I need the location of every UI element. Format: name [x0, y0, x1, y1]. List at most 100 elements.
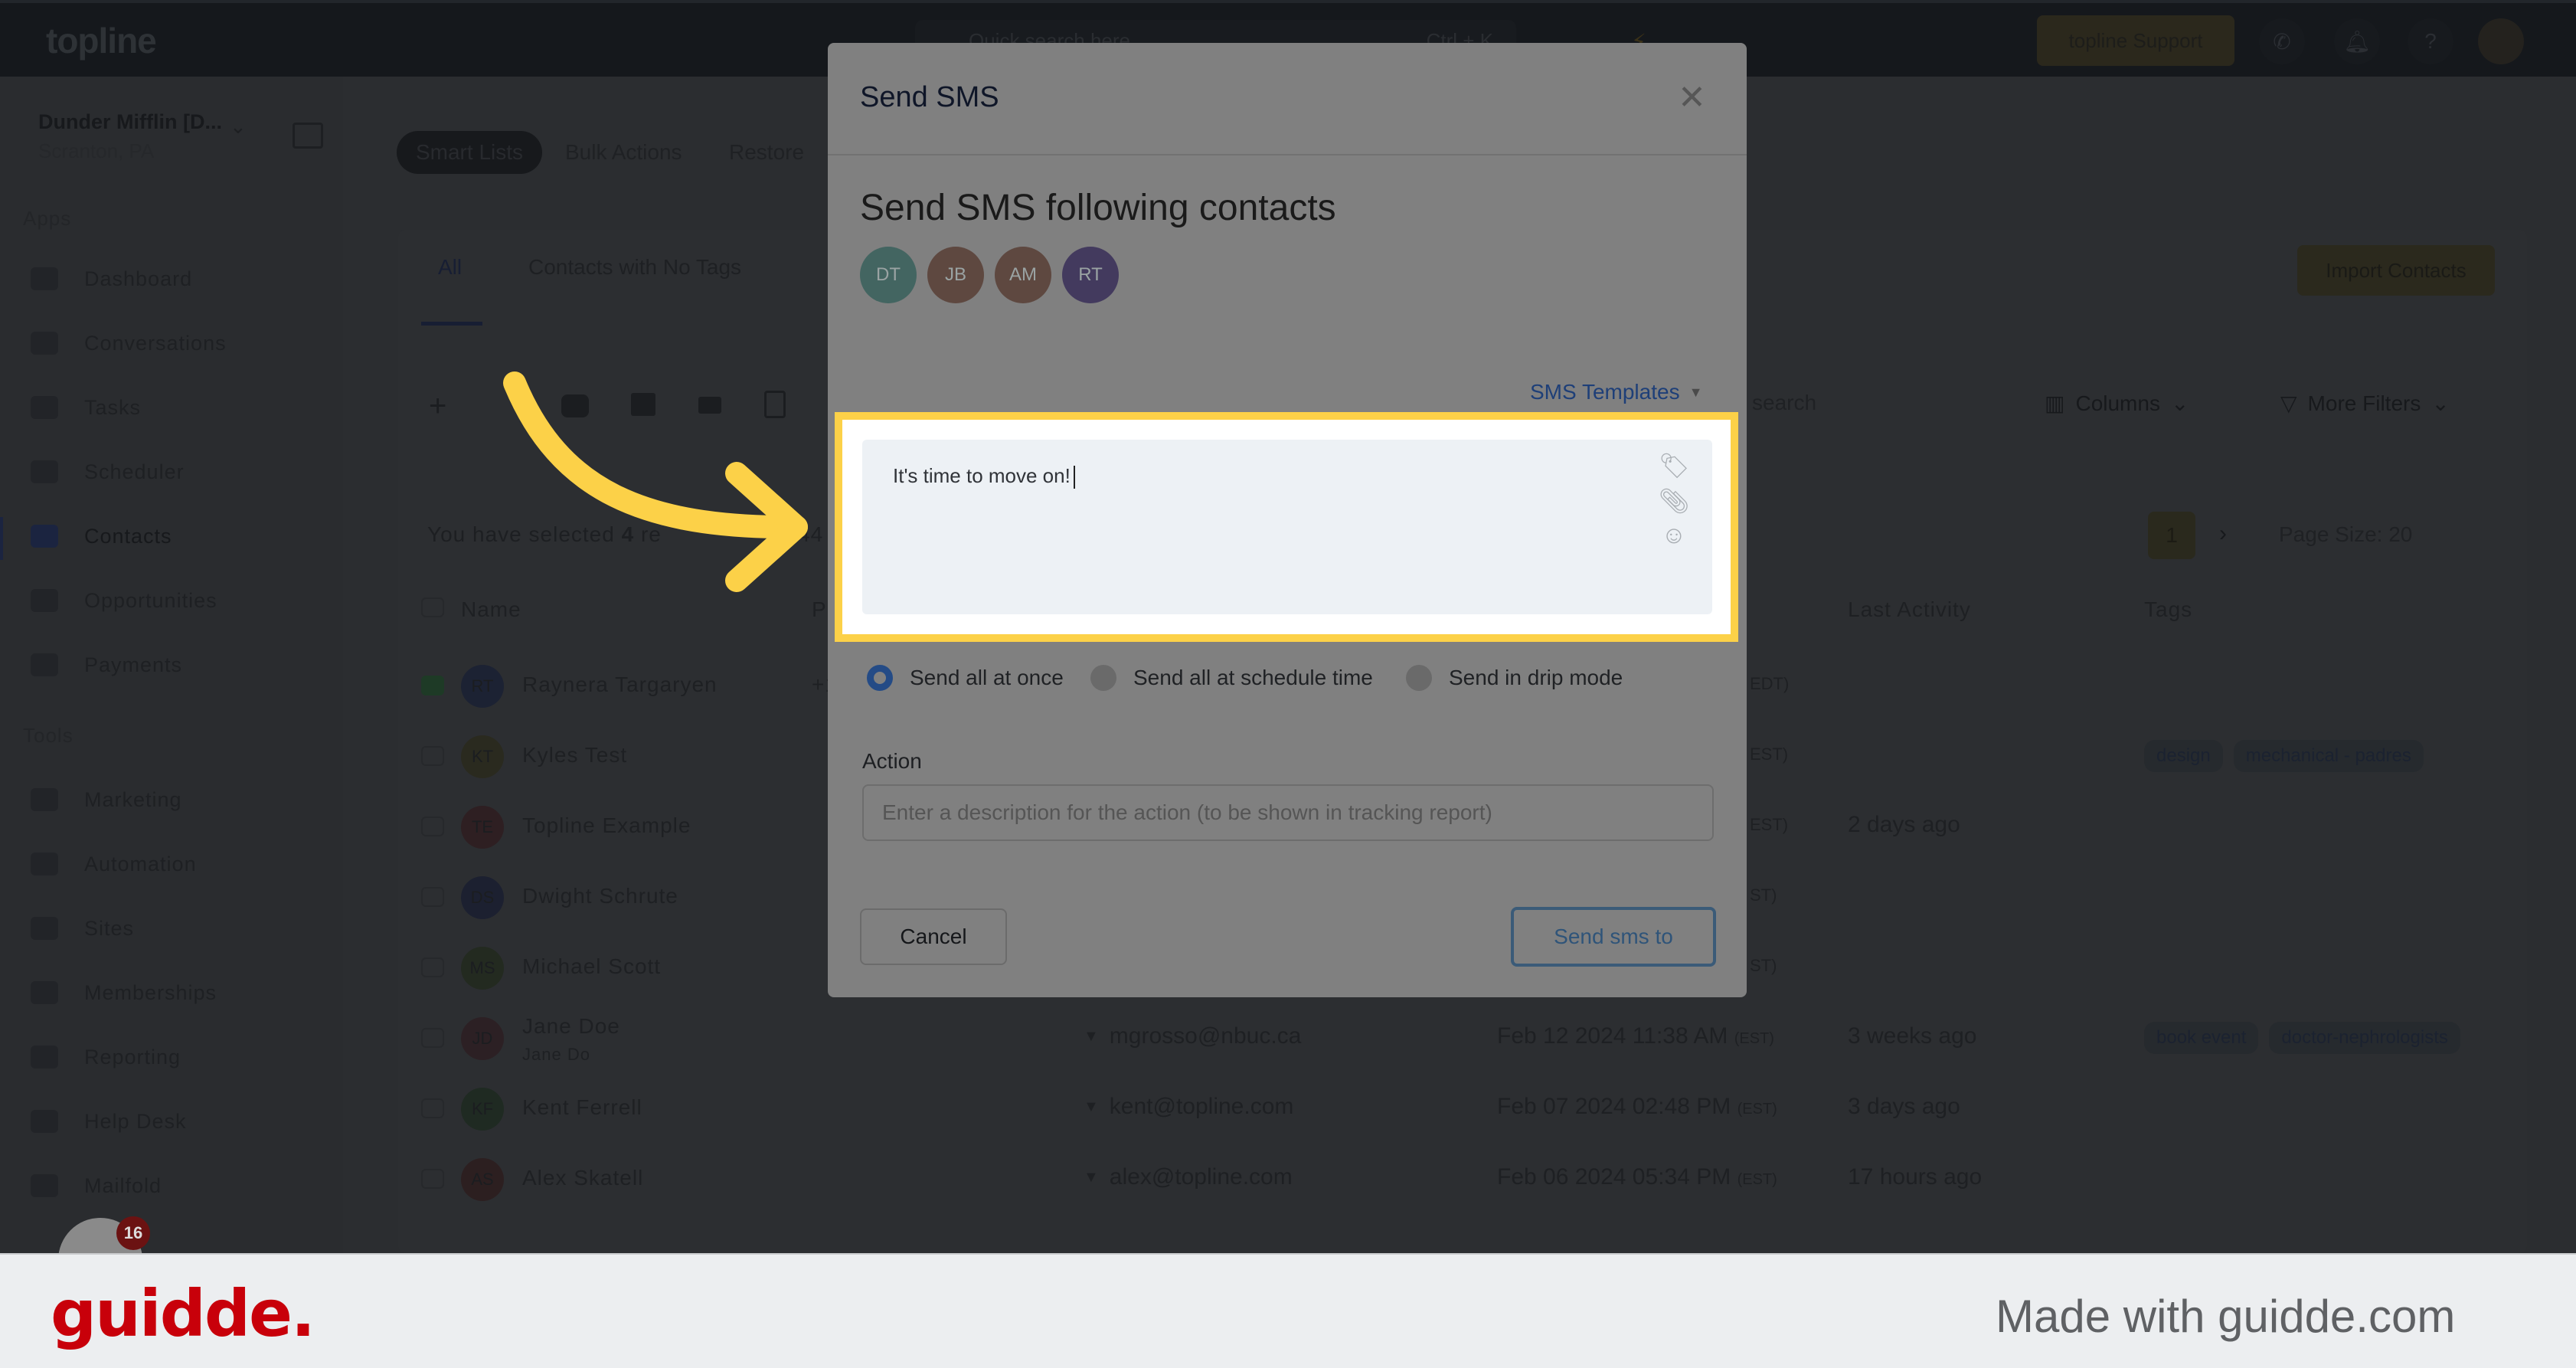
- contact-name[interactable]: Dwight Schrute: [522, 884, 678, 908]
- table-row[interactable]: JD Jane Doe Jane Do ▼ mgrosso@nbuc.ca Feb 12 …: [398, 1003, 2527, 1074]
- list-tab-no-tags[interactable]: Contacts with No Tags: [528, 255, 741, 280]
- page-size-select[interactable]: Page Size: 20: [2279, 522, 2412, 547]
- contact-name[interactable]: Michael Scott: [522, 954, 661, 979]
- contact-name[interactable]: Alex Skatell: [522, 1166, 643, 1190]
- table-row[interactable]: AS Alex Skatell ▼ alex@topline.com Feb 06 20…: [398, 1144, 2527, 1215]
- radio-send-all-at-once[interactable]: Send all at once: [867, 665, 1064, 691]
- active-tab-underline: [421, 322, 482, 326]
- calendar-icon: [31, 460, 58, 483]
- sidebar-item-opportunities[interactable]: Opportunities: [31, 578, 217, 623]
- next-page-icon[interactable]: ›: [2219, 521, 2227, 547]
- bell-icon[interactable]: 🔔︎: [2334, 18, 2380, 64]
- action-description-input[interactable]: [862, 784, 1714, 841]
- tools-section-label: Tools: [23, 724, 74, 747]
- import-contacts-button[interactable]: Import Contacts: [2297, 245, 2495, 296]
- column-header-last-activity[interactable]: Last Activity: [1848, 597, 1971, 622]
- list-tab-all[interactable]: All: [438, 255, 462, 280]
- select-all-checkbox[interactable]: [421, 597, 444, 617]
- chevron-down-icon[interactable]: ⌄: [230, 115, 247, 139]
- sidebar-item-tasks[interactable]: Tasks: [31, 385, 141, 430]
- row-checkbox[interactable]: [421, 817, 444, 836]
- date-value: Feb 06 2024 05:34 PM: [1497, 1164, 1731, 1190]
- modal-title: Send SMS: [860, 81, 999, 113]
- contact-name[interactable]: Kent Ferrell: [522, 1095, 642, 1120]
- tab-bulk-actions[interactable]: Bulk Actions: [565, 140, 682, 165]
- row-checkbox[interactable]: [421, 676, 444, 695]
- contacts-search-input[interactable]: search: [1752, 391, 1816, 415]
- last-activity: 3 weeks ago: [1848, 1023, 1977, 1049]
- sms-templates-dropdown[interactable]: SMS Templates ▼: [1530, 380, 1702, 404]
- email-icon: ▼: [1084, 1027, 1099, 1045]
- tags-cell: book event doctor-nephrologists: [2144, 1022, 2460, 1054]
- contact-avatar: AS: [461, 1158, 504, 1201]
- tag-chip[interactable]: doctor-nephrologists: [2269, 1022, 2460, 1054]
- tag-icon[interactable]: 🏷︎: [1659, 450, 1690, 481]
- sidebar-item-automation[interactable]: Automation: [31, 841, 197, 887]
- contact-name[interactable]: Topline Example: [522, 813, 691, 838]
- help-icon[interactable]: ?: [2408, 18, 2453, 64]
- row-checkbox[interactable]: [421, 1028, 444, 1048]
- row-checkbox[interactable]: [421, 1098, 444, 1118]
- last-activity: 3 days ago: [1848, 1094, 1960, 1119]
- recipient-avatar: AM: [995, 247, 1051, 303]
- sidebar-item-label: Reporting: [84, 1045, 181, 1069]
- tab-restore[interactable]: Restore: [729, 140, 804, 165]
- contact-email: alex@topline.com: [1109, 1164, 1293, 1190]
- contact-email: mgrosso@nbuc.ca: [1109, 1023, 1302, 1049]
- arrow-shaft: [503, 371, 808, 539]
- send-sms-button[interactable]: Send sms to: [1511, 907, 1716, 967]
- sidebar-item-conversations[interactable]: Conversations: [31, 320, 227, 366]
- user-avatar[interactable]: [2478, 18, 2524, 64]
- app-logo[interactable]: topline: [46, 20, 157, 61]
- tag-chip[interactable]: design: [2144, 740, 2223, 772]
- sidebar-item-label: Contacts: [84, 524, 172, 548]
- help-icon: [31, 1110, 58, 1133]
- sidebar-item-payments[interactable]: Payments: [31, 642, 182, 688]
- contact-name[interactable]: Jane Doe: [522, 1014, 620, 1039]
- tab-smart-lists[interactable]: Smart Lists: [397, 131, 542, 174]
- row-checkbox[interactable]: [421, 746, 444, 766]
- add-icon[interactable]: +: [429, 389, 446, 424]
- phone-icon[interactable]: ✆: [2259, 18, 2305, 64]
- row-checkbox[interactable]: [421, 887, 444, 907]
- sidebar-item-mailfold[interactable]: Mailfold: [31, 1163, 162, 1209]
- date-timezone: (EST): [1734, 1030, 1774, 1047]
- chevron-down-icon: ⌄: [2431, 391, 2450, 415]
- sidebar-item-memberships[interactable]: Memberships: [31, 970, 217, 1016]
- sidebar-collapse-icon[interactable]: [293, 123, 323, 149]
- radio-send-at-schedule[interactable]: Send all at schedule time: [1090, 665, 1373, 691]
- radio-send-drip-mode[interactable]: Send in drip mode: [1406, 665, 1623, 691]
- sidebar-item-contacts[interactable]: Contacts: [31, 513, 172, 559]
- sidebar-item-scheduler[interactable]: Scheduler: [31, 449, 185, 495]
- columns-button[interactable]: ▥ Columns ⌄: [2045, 391, 2189, 416]
- cancel-button[interactable]: Cancel: [860, 908, 1007, 965]
- row-checkbox[interactable]: [421, 957, 444, 977]
- support-button[interactable]: topline Support: [2037, 15, 2234, 66]
- contact-avatar: KT: [461, 735, 504, 778]
- message-textarea[interactable]: It's time to move on! 🏷︎ 📎︎ ☺: [862, 440, 1712, 614]
- contact-name[interactable]: Raynera Targaryen: [522, 673, 718, 697]
- tag-chip[interactable]: mechanical - padres: [2233, 740, 2424, 772]
- sidebar-item-help-desk[interactable]: Help Desk: [31, 1098, 187, 1144]
- page-1-button[interactable]: 1: [2148, 512, 2195, 559]
- sidebar-item-marketing[interactable]: Marketing: [31, 777, 182, 823]
- row-checkbox[interactable]: [421, 1169, 444, 1189]
- action-label: Action: [862, 749, 922, 773]
- sidebar-item-sites[interactable]: Sites: [31, 905, 134, 951]
- tag-chip[interactable]: book event: [2144, 1022, 2259, 1054]
- table-row[interactable]: KF Kent Ferrell ▼ kent@topline.com Feb 07 20…: [398, 1074, 2527, 1144]
- paperclip-icon[interactable]: 📎︎: [1659, 486, 1690, 516]
- column-header-tags[interactable]: Tags: [2144, 597, 2192, 622]
- contact-name[interactable]: Kyles Test: [522, 743, 627, 767]
- sidebar-item-reporting[interactable]: Reporting: [31, 1034, 181, 1080]
- close-icon[interactable]: ✕: [1678, 78, 1706, 117]
- sidebar-item-label: Marketing: [84, 787, 182, 811]
- message-text[interactable]: It's time to move on!: [893, 464, 1075, 489]
- radio-label: Send all at schedule time: [1133, 666, 1373, 689]
- account-name[interactable]: Dunder Mifflin [D...: [38, 110, 222, 134]
- sidebar-item-label: Help Desk: [84, 1109, 187, 1133]
- emoji-icon[interactable]: ☺: [1659, 519, 1689, 550]
- sidebar-item-label: Dashboard: [84, 267, 193, 290]
- more-filters-button[interactable]: ▽ More Filters ⌄: [2280, 391, 2450, 416]
- sidebar-item-dashboard[interactable]: Dashboard: [31, 256, 192, 302]
